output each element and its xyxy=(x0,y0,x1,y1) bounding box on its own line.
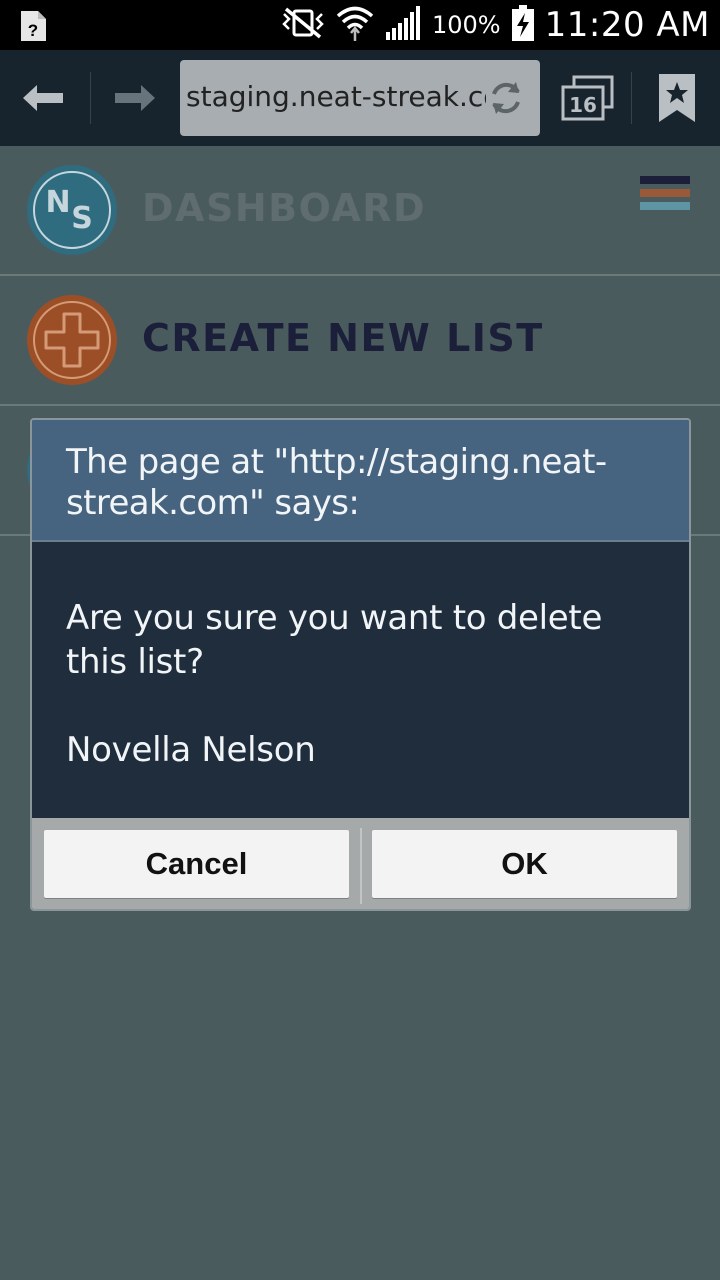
hamburger-menu-icon[interactable] xyxy=(640,176,690,226)
ns-logo-icon: N S xyxy=(24,162,120,263)
nav-dashboard-label: DASHBOARD xyxy=(142,186,427,230)
nav-create-new-list[interactable]: CREATE NEW LIST xyxy=(0,276,720,406)
reload-icon[interactable] xyxy=(486,78,526,123)
battery-charging-icon xyxy=(511,4,535,46)
tabs-icon[interactable]: 16 xyxy=(558,68,618,128)
cancel-button[interactable]: Cancel xyxy=(44,830,349,898)
url-bar[interactable]: staging.neat-streak.com xyxy=(180,60,540,136)
battery-percent: 100% xyxy=(431,11,501,39)
svg-text:?: ? xyxy=(28,21,38,40)
nav-create-new-list-label: CREATE NEW LIST xyxy=(142,316,544,360)
status-clock: 11:20 AM xyxy=(544,5,710,45)
vibrate-mute-icon xyxy=(280,6,326,45)
dialog-button-bar: Cancel OK xyxy=(32,818,689,909)
nav-dashboard[interactable]: N S DASHBOARD xyxy=(0,146,720,276)
ok-button[interactable]: OK xyxy=(372,830,677,898)
forward-arrow-icon[interactable] xyxy=(110,68,160,128)
svg-text:N: N xyxy=(45,185,70,220)
notification-unknown-icon: ? xyxy=(18,10,48,47)
cell-signal-icon xyxy=(384,5,422,45)
bookmark-icon[interactable] xyxy=(652,68,702,128)
dialog-title: The page at "http://staging.neat-streak.… xyxy=(66,442,607,523)
dialog-message: Are you sure you want to delete this lis… xyxy=(66,598,603,682)
url-text[interactable]: staging.neat-streak.com xyxy=(186,80,486,116)
plus-circle-icon xyxy=(24,292,120,393)
browser-toolbar: staging.neat-streak.com 16 xyxy=(0,50,720,146)
wifi-icon xyxy=(336,4,374,47)
dialog-item-name: Novella Nelson xyxy=(66,730,316,770)
dialog-title-bar: The page at "http://staging.neat-streak.… xyxy=(32,420,689,542)
svg-text:S: S xyxy=(71,201,93,236)
tab-count: 16 xyxy=(569,93,597,117)
status-bar: ? 100% 11:20 AM xyxy=(0,0,720,50)
back-arrow-icon[interactable] xyxy=(18,68,68,128)
alert-dialog: The page at "http://staging.neat-streak.… xyxy=(30,418,691,911)
